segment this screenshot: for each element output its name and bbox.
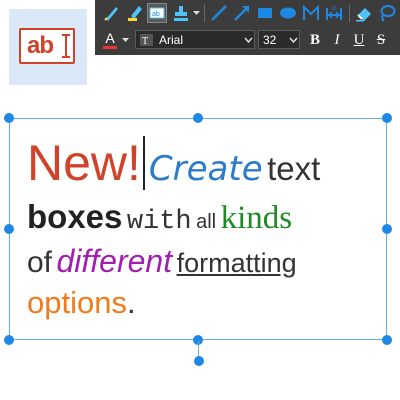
font-size-select[interactable]: 32 [258, 30, 300, 49]
rotation-handle[interactable] [194, 356, 204, 366]
italic-button[interactable]: I [328, 30, 346, 50]
toolbar-tools-row: ab 10 [95, 0, 400, 26]
word-of: of [27, 246, 53, 279]
word-text: text [267, 150, 321, 187]
word-different: different [56, 243, 173, 279]
word-options: options [27, 285, 127, 320]
measure-icon[interactable]: 10 [324, 3, 344, 23]
word-period: . [126, 285, 136, 320]
toolbar-divider [204, 4, 205, 22]
text-line-1: New! Create text [27, 136, 320, 190]
eraser-icon[interactable] [354, 3, 374, 23]
text-color-button[interactable]: A [101, 29, 119, 51]
font-type-icon: T [140, 33, 153, 47]
svg-text:10: 10 [331, 6, 337, 12]
lasso-icon[interactable] [377, 3, 397, 23]
resize-handle-bottom-left[interactable] [4, 335, 14, 345]
toolbar-divider [349, 4, 350, 22]
polyline-icon[interactable] [301, 3, 321, 23]
svg-text:T: T [142, 36, 148, 47]
pen-icon[interactable] [102, 3, 122, 23]
text-caret [142, 136, 145, 190]
text-line-3: of different formatting [27, 245, 297, 278]
resize-handle-top[interactable] [193, 113, 203, 123]
word-new: New! [27, 135, 141, 191]
word-boxes: boxes [27, 198, 123, 235]
word-create: Create [148, 149, 263, 189]
underline-button[interactable]: U [350, 30, 368, 50]
app-icon: ab [9, 9, 87, 85]
word-formatting: formatting [176, 248, 297, 278]
word-kinds: kinds [220, 200, 293, 236]
text-color-chevron-icon[interactable] [121, 30, 129, 50]
stamp-dropdown-chevron-icon[interactable] [192, 3, 200, 23]
word-with: with [126, 207, 192, 237]
word-all: all [196, 211, 217, 233]
font-chevron-down-icon [242, 30, 254, 49]
font-family-value: Arial [159, 32, 184, 47]
text-cursor-icon [62, 34, 70, 58]
arrow-icon[interactable] [232, 3, 252, 23]
line-icon[interactable] [209, 3, 229, 23]
app-icon-label: ab [27, 32, 54, 59]
highlighter-icon[interactable] [125, 3, 145, 23]
ellipse-icon[interactable] [278, 3, 298, 23]
toolbar-format-row: A T Arial 32 B I U S [95, 27, 400, 53]
size-chevron-down-icon [287, 30, 299, 49]
resize-handle-left[interactable] [4, 224, 14, 234]
bold-button[interactable]: B [306, 30, 324, 50]
font-size-value: 32 [263, 32, 277, 47]
svg-text:ab: ab [152, 11, 160, 18]
resize-handle-top-right[interactable] [382, 113, 392, 123]
text-color-label: A [105, 30, 115, 46]
resize-handle-right[interactable] [382, 224, 392, 234]
toolbar: ab 10 A T Arial 32 B I U S [95, 0, 400, 55]
text-line-2: boxes with all kinds [27, 200, 292, 236]
rectangle-icon[interactable] [255, 3, 275, 23]
text-box-tool-icon: ab [19, 28, 75, 64]
resize-handle-bottom-right[interactable] [382, 335, 392, 345]
stamp-icon[interactable] [171, 3, 191, 23]
text-color-swatch [103, 46, 117, 49]
text-box-icon[interactable]: ab [147, 3, 167, 23]
text-line-4: options. [27, 287, 136, 318]
strikethrough-button[interactable]: S [372, 30, 390, 50]
resize-handle-top-left[interactable] [4, 113, 14, 123]
font-family-select[interactable]: T Arial [135, 30, 255, 49]
